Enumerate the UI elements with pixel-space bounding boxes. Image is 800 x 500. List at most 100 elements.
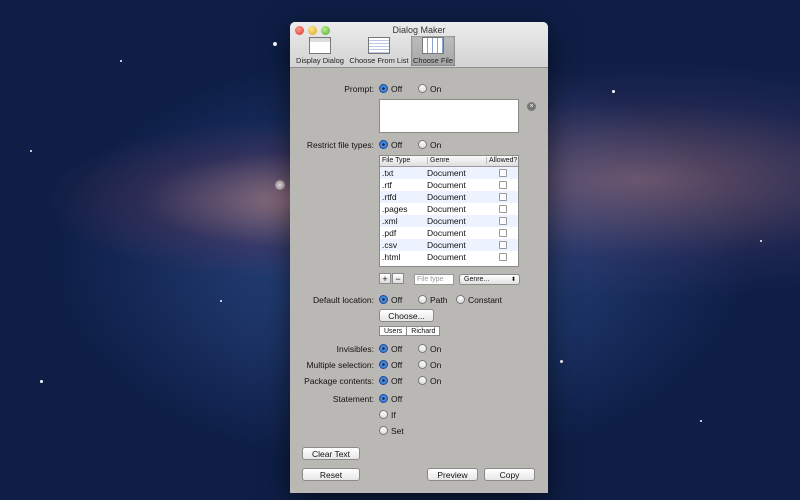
restrict-off-text: Off (391, 140, 403, 150)
cell-file-type: .html (382, 252, 401, 262)
path-component[interactable]: Users (380, 327, 406, 335)
cell-genre: Document (427, 192, 466, 202)
toolbar-display-dialog[interactable]: Display Dialog (293, 36, 347, 66)
cell-genre: Document (427, 180, 466, 190)
remove-file-type-button[interactable]: − (392, 273, 404, 284)
choose-location-button[interactable]: Choose... (379, 309, 434, 322)
table-row[interactable]: .pages Document (380, 203, 518, 215)
location-off-radio[interactable] (379, 295, 388, 304)
statement-set-radio[interactable] (379, 426, 388, 435)
clear-prompt-icon[interactable]: × (527, 102, 536, 111)
cell-file-type: .xml (382, 216, 398, 226)
dialog-maker-window: Dialog Maker Display Dialog Choose From … (290, 22, 548, 493)
table-row[interactable]: .txt Document (380, 167, 518, 179)
location-path-radio[interactable] (418, 295, 427, 304)
invisibles-off-radio[interactable] (379, 344, 388, 353)
cell-genre: Document (427, 240, 466, 250)
popup-arrows-icon: ⬍ (510, 277, 516, 283)
default-location-label: Default location: (313, 295, 374, 305)
allowed-checkbox[interactable] (499, 253, 507, 261)
statement-if-radio[interactable] (379, 410, 388, 419)
multiple-on-text: On (430, 360, 442, 370)
invisibles-on-text: On (430, 344, 442, 354)
cell-genre: Document (427, 168, 466, 178)
copy-button[interactable]: Copy (484, 468, 535, 481)
multiple-on-radio[interactable] (418, 360, 427, 369)
prompt-textarea[interactable] (379, 99, 519, 133)
allowed-checkbox[interactable] (499, 229, 507, 237)
allowed-checkbox[interactable] (499, 217, 507, 225)
preview-button[interactable]: Preview (427, 468, 478, 481)
cell-file-type: .pages (382, 204, 408, 214)
toolbar-choose-from-list[interactable]: Choose From List (348, 36, 410, 66)
cell-file-type: .pdf (382, 228, 397, 238)
package-off-radio[interactable] (379, 376, 388, 385)
statement-set-text: Set (391, 426, 404, 436)
cell-genre: Document (427, 228, 466, 238)
dialog-icon (309, 37, 331, 54)
file-types-table: File Type Genre Allowed? .txt Document .r… (379, 155, 519, 267)
clear-text-button[interactable]: Clear Text (302, 447, 360, 460)
table-row[interactable]: .rtf Document (380, 179, 518, 191)
column-header-file-type[interactable]: File Type (382, 157, 410, 164)
prompt-on-text: On (430, 84, 442, 94)
genre-popup-label: Genre... (464, 276, 490, 283)
restrict-on-radio[interactable] (418, 140, 427, 149)
add-file-type-button[interactable]: + (379, 273, 391, 284)
file-type-input[interactable]: File type (414, 274, 454, 285)
file-grid-icon (422, 37, 444, 54)
invisibles-off-text: Off (391, 344, 403, 354)
multiple-off-radio[interactable] (379, 360, 388, 369)
table-row[interactable]: .csv Document (380, 239, 518, 251)
genre-popup[interactable]: Genre... ⬍ (459, 274, 520, 285)
prompt-on-radio[interactable] (418, 84, 427, 93)
location-constant-radio[interactable] (456, 295, 465, 304)
prompt-off-radio[interactable] (379, 84, 388, 93)
multiple-selection-label: Multiple selection: (306, 360, 374, 370)
cell-file-type: .rtfd (382, 192, 397, 202)
table-row[interactable]: .pdf Document (380, 227, 518, 239)
reset-button[interactable]: Reset (302, 468, 360, 481)
statement-if-text: If (391, 410, 396, 420)
cell-file-type: .csv (382, 240, 398, 250)
table-row[interactable]: .xml Document (380, 215, 518, 227)
package-on-text: On (430, 376, 442, 386)
cell-genre: Document (427, 252, 466, 262)
column-header-allowed[interactable]: Allowed? (486, 157, 517, 164)
statement-off-radio[interactable] (379, 394, 388, 403)
location-off-text: Off (391, 295, 403, 305)
prompt-label: Prompt: (344, 84, 374, 94)
restrict-on-text: On (430, 140, 442, 150)
table-row[interactable]: .rtfd Document (380, 191, 518, 203)
statement-off-text: Off (391, 394, 403, 404)
column-header-genre[interactable]: Genre (427, 157, 449, 164)
package-on-radio[interactable] (418, 376, 427, 385)
location-constant-text: Constant (468, 295, 503, 305)
path-control[interactable]: Users Richard (379, 326, 441, 336)
toolbar-choose-file[interactable]: Choose File (411, 36, 455, 66)
restrict-label: Restrict file types: (306, 140, 374, 150)
cell-genre: Document (427, 216, 466, 226)
list-icon (368, 37, 390, 54)
cell-genre: Document (427, 204, 466, 214)
invisibles-on-radio[interactable] (418, 344, 427, 353)
allowed-checkbox[interactable] (499, 181, 507, 189)
cell-file-type: .txt (382, 168, 394, 178)
allowed-checkbox[interactable] (499, 241, 507, 249)
table-row[interactable]: .html Document (380, 251, 518, 263)
invisibles-label: Invisibles: (336, 344, 374, 354)
prompt-off-text: Off (391, 84, 403, 94)
title-bar: Dialog Maker Display Dialog Choose From … (290, 22, 548, 68)
location-path-text: Path (430, 295, 448, 305)
toolbar-label: Choose From List (349, 56, 409, 65)
allowed-checkbox[interactable] (499, 205, 507, 213)
table-body: .txt Document .rtf Document .rtfd Document … (380, 167, 518, 263)
allowed-checkbox[interactable] (499, 193, 507, 201)
restrict-off-radio[interactable] (379, 140, 388, 149)
package-off-text: Off (391, 376, 403, 386)
multiple-off-text: Off (391, 360, 403, 370)
toolbar-label: Display Dialog (296, 56, 344, 65)
window-title: Dialog Maker (392, 25, 446, 35)
path-component[interactable]: Richard (406, 327, 439, 335)
allowed-checkbox[interactable] (499, 169, 507, 177)
